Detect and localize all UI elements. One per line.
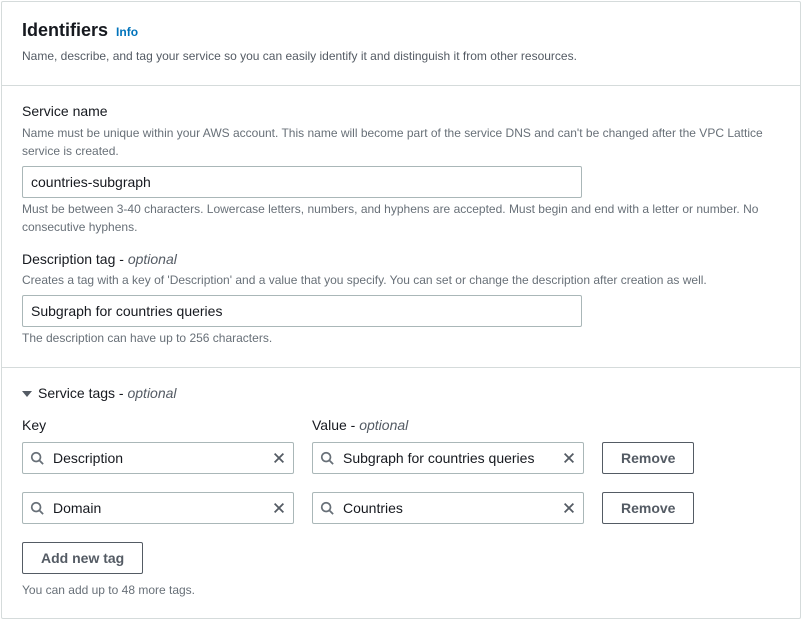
tag-value-input[interactable] [312, 442, 584, 474]
tags-header-row: Key Value - optional [22, 416, 780, 436]
description-label-optional: optional [128, 251, 177, 267]
info-link[interactable]: Info [116, 24, 138, 41]
tags-section: Service tags - optional Key Value - opti… [2, 368, 800, 618]
tag-value-wrap [312, 442, 584, 474]
tags-expand-toggle[interactable]: Service tags - optional [22, 384, 780, 404]
add-new-tag-button[interactable]: Add new tag [22, 542, 143, 574]
service-name-help-top: Name must be unique within your AWS acco… [22, 124, 780, 160]
tags-section-title: Service tags - optional [38, 384, 177, 404]
tag-key-input[interactable] [22, 442, 294, 474]
description-help-bottom: The description can have up to 256 chara… [22, 329, 780, 347]
identifiers-panel: Identifiers Info Name, describe, and tag… [1, 1, 801, 619]
description-help-top: Creates a tag with a key of 'Description… [22, 271, 780, 289]
service-name-label: Service name [22, 102, 780, 122]
remove-tag-button[interactable]: Remove [602, 442, 694, 474]
description-input[interactable] [22, 295, 582, 327]
service-name-input[interactable] [22, 166, 582, 198]
description-label-main: Description tag - [22, 251, 128, 267]
panel-subtitle: Name, describe, and tag your service so … [22, 47, 780, 65]
tag-key-wrap [22, 492, 294, 524]
caret-down-icon [22, 391, 32, 397]
tags-title-optional: optional [127, 385, 176, 401]
tags-grid: Key Value - optional [22, 416, 780, 598]
description-block: Description tag - optional Creates a tag… [22, 250, 780, 348]
tag-key-input[interactable] [22, 492, 294, 524]
tags-value-header-optional: optional [359, 417, 408, 433]
identifiers-header-section: Identifiers Info Name, describe, and tag… [2, 2, 800, 85]
tag-value-input[interactable] [312, 492, 584, 524]
fields-section: Service name Name must be unique within … [2, 86, 800, 367]
description-label: Description tag - optional [22, 250, 780, 270]
close-icon[interactable] [562, 501, 576, 515]
service-name-block: Service name Name must be unique within … [22, 102, 780, 236]
tag-value-wrap [312, 492, 584, 524]
tags-value-header-main: Value - [312, 417, 359, 433]
tags-title-main: Service tags - [38, 385, 127, 401]
tag-row: Remove [22, 492, 780, 524]
close-icon[interactable] [272, 501, 286, 515]
tags-key-header: Key [22, 416, 294, 436]
service-name-help-bottom: Must be between 3-40 characters. Lowerca… [22, 200, 780, 236]
tag-row: Remove [22, 442, 780, 474]
panel-title: Identifiers [22, 18, 108, 43]
tags-value-header: Value - optional [312, 416, 584, 436]
close-icon[interactable] [272, 451, 286, 465]
tag-key-wrap [22, 442, 294, 474]
tags-footer-help: You can add up to 48 more tags. [22, 582, 780, 599]
remove-tag-button[interactable]: Remove [602, 492, 694, 524]
close-icon[interactable] [562, 451, 576, 465]
